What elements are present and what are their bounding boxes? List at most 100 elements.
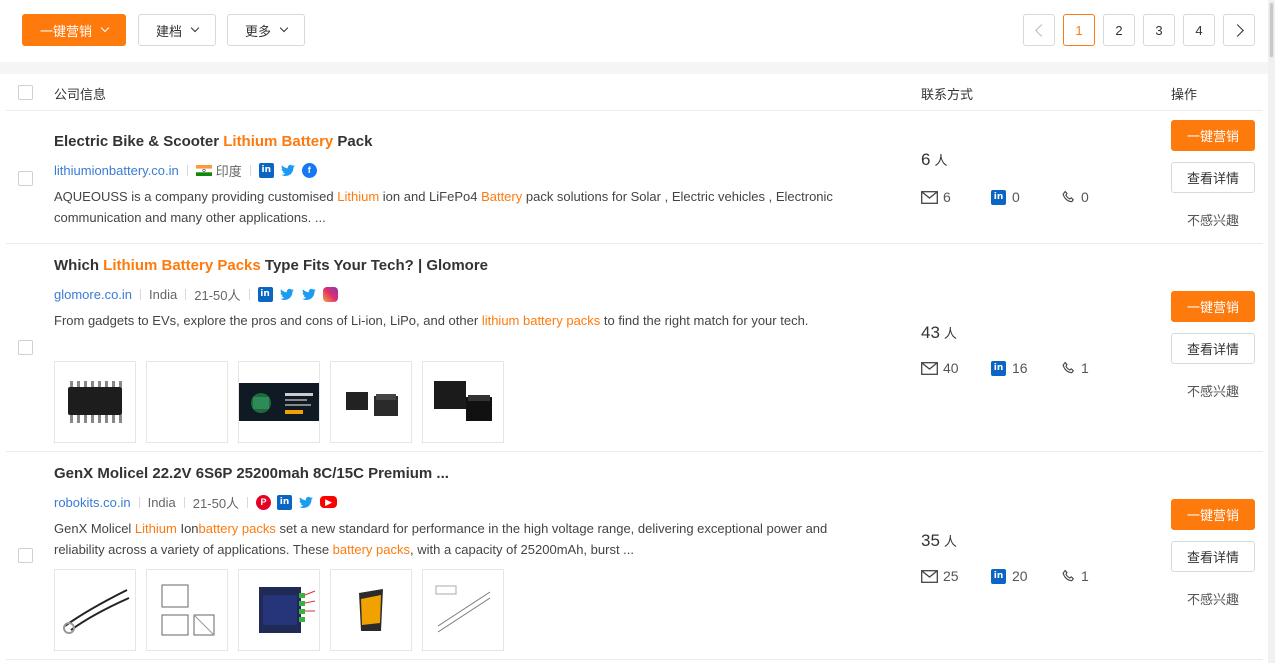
youtube-icon[interactable]: ▶ [320, 496, 338, 508]
section-divider [0, 62, 1275, 74]
product-image[interactable] [422, 361, 504, 443]
email-count: 25 [943, 568, 959, 584]
linkedin-stat[interactable]: in 20 [991, 568, 1061, 584]
view-details-button[interactable]: 查看详情 [1171, 333, 1255, 364]
linkedin-stat[interactable]: in 0 [991, 189, 1061, 205]
product-image[interactable] [238, 569, 320, 651]
product-image[interactable] [238, 361, 320, 443]
company-domain-link[interactable]: robokits.co.in [54, 495, 131, 510]
phone-icon [1062, 569, 1074, 581]
product-image[interactable] [146, 361, 228, 443]
separator [248, 288, 250, 300]
phone-stat[interactable]: 1 [1061, 568, 1131, 584]
linkedin-icon[interactable]: in [258, 162, 274, 178]
select-all-checkbox[interactable] [18, 85, 33, 100]
linkedin-stat[interactable]: in 16 [991, 360, 1061, 376]
not-interested-link[interactable]: 不感兴趣 [1171, 381, 1255, 400]
product-image[interactable] [146, 569, 228, 651]
header-contact: 联系方式 [921, 87, 974, 102]
linkedin-icon[interactable]: in [257, 286, 273, 302]
row-checkbox[interactable] [18, 171, 33, 186]
table-row: Electric Bike & Scooter Lithium Battery … [6, 111, 1263, 244]
twitter-icon[interactable] [298, 495, 314, 510]
product-image[interactable] [54, 569, 136, 651]
people-unit: 人 [943, 326, 957, 341]
phone-stat[interactable]: 0 [1061, 189, 1131, 205]
separator [247, 496, 249, 508]
row-checkbox[interactable] [18, 548, 33, 563]
archive-dropdown-button[interactable]: 建档 [138, 14, 216, 46]
twitter-icon[interactable] [280, 163, 296, 178]
pinterest-icon[interactable]: P [256, 494, 272, 510]
instagram-icon[interactable] [322, 286, 338, 302]
linkedin-icon[interactable]: in [277, 494, 293, 510]
company-title-link[interactable]: GenX Molicel 22.2V 6S6P 25200mah 8C/15C … [54, 465, 449, 482]
more-label: 更多 [244, 23, 271, 39]
product-image[interactable] [422, 569, 504, 651]
toolbar: 一键营销 建档 更多 1 2 3 4 [0, 0, 1275, 62]
linkedin-count: 0 [1012, 189, 1020, 205]
desc-text: AQUEOUSS is a company providing customis… [54, 189, 338, 204]
chevron-right-icon [1230, 23, 1244, 37]
contact-people-count: 35 人 [921, 531, 957, 551]
phone-stat[interactable]: 1 [1061, 360, 1131, 376]
email-stat[interactable]: 25 [921, 568, 991, 584]
people-unit: 人 [943, 534, 957, 549]
company-country: India [147, 494, 176, 510]
product-thumbnails [54, 569, 504, 651]
prev-page-button[interactable] [1023, 14, 1055, 46]
view-details-button[interactable]: 查看详情 [1171, 541, 1255, 572]
phone-icon [1062, 361, 1074, 373]
company-meta: lithiumionbattery.co.in 印度 in f [54, 161, 323, 179]
page-3-button[interactable]: 3 [1143, 14, 1175, 46]
row-marketing-button[interactable]: 一键营销 [1171, 499, 1255, 530]
people-unit: 人 [934, 153, 948, 168]
company-title-link[interactable]: Which Lithium Battery Packs Type Fits Yo… [54, 257, 488, 274]
company-size: 21-50人 [192, 495, 240, 511]
header-company-info: 公司信息 [54, 87, 107, 102]
product-image[interactable] [54, 361, 136, 443]
company-domain-link[interactable]: glomore.co.in [54, 287, 132, 302]
people-count-value: 6 [921, 150, 931, 169]
row-checkbox[interactable] [18, 340, 33, 355]
desc-highlight: battery packs [198, 521, 276, 536]
scrollbar-thumb[interactable] [1269, 2, 1274, 58]
row-marketing-button[interactable]: 一键营销 [1171, 120, 1255, 151]
email-stat[interactable]: 40 [921, 360, 991, 376]
row-marketing-button[interactable]: 一键营销 [1171, 291, 1255, 322]
twitter-icon[interactable] [279, 287, 295, 302]
view-details-button[interactable]: 查看详情 [1171, 162, 1255, 193]
more-dropdown-button[interactable]: 更多 [227, 14, 305, 46]
company-country: India [149, 286, 178, 302]
contact-stats: 6 in 0 0 [921, 188, 1131, 206]
bulk-marketing-label: 一键营销 [39, 23, 92, 39]
phone-count: 0 [1081, 189, 1089, 205]
product-thumbnails [54, 361, 504, 443]
facebook-icon[interactable]: f [301, 162, 317, 178]
separator [183, 496, 185, 508]
next-page-button[interactable] [1223, 14, 1255, 46]
vertical-scrollbar[interactable] [1268, 0, 1275, 663]
page-1-button[interactable]: 1 [1063, 14, 1095, 46]
email-count: 40 [943, 360, 959, 376]
not-interested-link[interactable]: 不感兴趣 [1171, 210, 1255, 229]
bulk-marketing-button[interactable]: 一键营销 [22, 14, 126, 46]
page-2-button[interactable]: 2 [1103, 14, 1135, 46]
company-domain-link[interactable]: lithiumionbattery.co.in [54, 163, 179, 178]
twitter-icon[interactable] [301, 287, 317, 302]
mail-icon [921, 569, 938, 583]
chevron-down-icon [100, 23, 110, 33]
page-4-button[interactable]: 4 [1183, 14, 1215, 46]
product-image[interactable] [330, 361, 412, 443]
chevron-down-icon [279, 23, 289, 33]
header-actions: 操作 [1171, 87, 1198, 102]
linkedin-count: 16 [1012, 360, 1028, 376]
title-text: Type Fits Your Tech? | Glomore [260, 257, 489, 274]
phone-icon [1062, 190, 1074, 202]
title-text: Which [54, 257, 104, 274]
company-title-link[interactable]: Electric Bike & Scooter Lithium Battery … [54, 133, 372, 150]
email-stat[interactable]: 6 [921, 189, 991, 205]
company-size: 21-50人 [194, 287, 241, 303]
product-image[interactable] [330, 569, 412, 651]
not-interested-link[interactable]: 不感兴趣 [1171, 589, 1255, 608]
